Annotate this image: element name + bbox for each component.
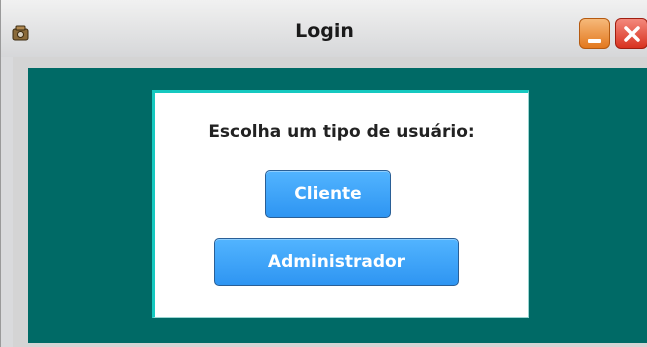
- minimize-button[interactable]: [579, 18, 610, 49]
- minimize-icon: [588, 39, 601, 43]
- prompt-label: Escolha um tipo de usuário:: [208, 122, 475, 142]
- title-bar[interactable]: Login: [1, 0, 647, 57]
- content-area: Escolha um tipo de usuário: Cliente Admi…: [28, 68, 647, 343]
- close-icon: [624, 26, 640, 42]
- cliente-button[interactable]: Cliente: [265, 170, 391, 218]
- administrador-button[interactable]: Administrador: [214, 238, 459, 286]
- login-window: Login Escolha um tipo de usuário: Client…: [0, 0, 647, 347]
- close-button[interactable]: [615, 18, 647, 49]
- window-title: Login: [295, 20, 354, 42]
- user-type-panel: Escolha um tipo de usuário: Cliente Admi…: [152, 90, 529, 318]
